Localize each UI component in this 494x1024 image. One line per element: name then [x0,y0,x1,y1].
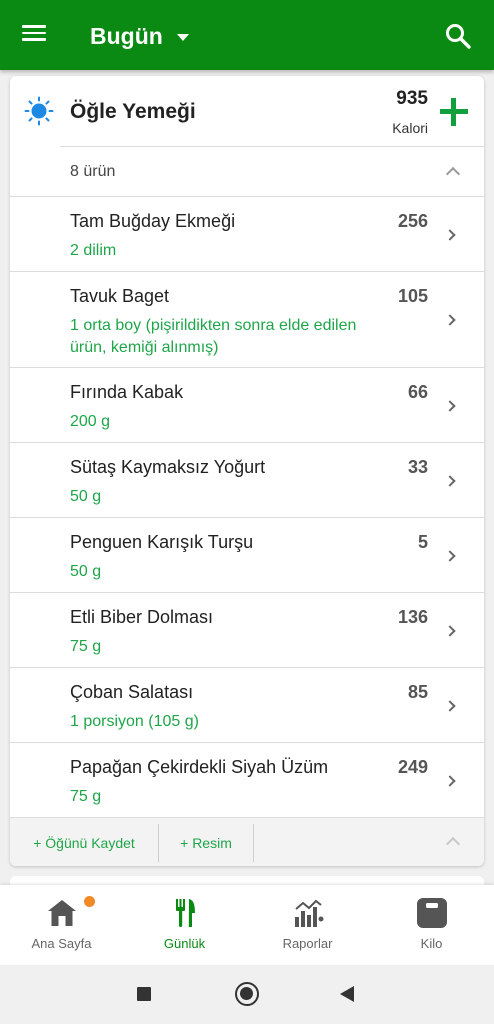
food-amount: 75 g [70,638,102,655]
meal-calories: 935 [396,88,428,109]
food-item[interactable]: Tam Buğday Ekmeği 256 2 dilim [10,196,484,271]
home-button-icon[interactable] [235,982,259,1006]
food-calories: 85 [407,682,428,702]
food-name: Papağan Çekirdekli Siyah Üzüm [70,757,329,777]
meal-title: Öğle Yemeği [70,100,196,123]
nav-label: Kilo [420,936,443,951]
app-bar: Bugün [0,0,494,70]
nav-label: Ana Sayfa [31,936,92,951]
food-name: Etli Biber Dolması [70,607,214,627]
nav-label: Günlük [163,936,206,951]
date-selector[interactable]: Bugün [90,20,189,52]
food-amount: 1 porsiyon (105 g) [70,713,199,730]
back-icon[interactable] [340,986,354,1002]
chevron-right-icon [444,314,456,326]
item-count-row[interactable]: 8 ürün [10,147,484,196]
meal-footer: + Öğünü Kaydet + Resim [10,817,484,866]
bottom-nav: Ana Sayfa Günlük Raporlar Kilo [0,885,494,965]
food-name: Sütaş Kaymaksız Yoğurt [70,457,266,477]
food-calories: 249 [397,757,428,777]
system-nav-bar [0,965,494,1024]
nav-weight[interactable]: Kilo [370,885,493,965]
food-amount: 50 g [70,488,102,505]
meal-card: Öğle Yemeği 935 Kalori 8 ürün Tam Buğday… [10,76,484,866]
food-item[interactable]: Tavuk Baget 105 1 orta boy (pişirildikte… [10,271,484,367]
meal-calories-label: Kalori [392,120,428,136]
add-food-button[interactable] [440,98,468,126]
food-item[interactable]: Penguen Karışık Turşu 5 50 g [10,517,484,592]
add-photo-button[interactable]: + Resim [159,818,253,866]
food-amount: 50 g [70,563,102,580]
food-calories: 33 [407,457,428,477]
home-icon [48,900,76,926]
food-name: Tam Buğday Ekmeği [70,211,236,231]
caret-down-icon [176,33,189,41]
nav-label: Raporlar [282,936,333,951]
chevron-right-icon [444,550,456,562]
food-amount: 2 dilim [70,242,117,259]
fork-knife-icon [176,899,195,927]
sun-icon [24,96,54,126]
item-count: 8 ürün [70,163,116,180]
chevron-up-icon[interactable] [445,836,461,852]
chevron-right-icon [444,229,456,241]
food-item[interactable]: Fırında Kabak 66 200 g [10,367,484,442]
food-name: Çoban Salatası [70,682,194,702]
recent-apps-icon[interactable] [137,987,151,1001]
food-item[interactable]: Papağan Çekirdekli Siyah Üzüm 249 75 g [10,742,484,817]
food-item[interactable]: Sütaş Kaymaksız Yoğurt 33 50 g [10,442,484,517]
food-amount: 75 g [70,788,102,805]
food-item[interactable]: Etli Biber Dolması 136 75 g [10,592,484,667]
food-item[interactable]: Çoban Salatası 85 1 porsiyon (105 g) [10,667,484,742]
food-calories: 105 [397,286,428,306]
scale-icon [417,898,447,928]
food-name: Penguen Karışık Turşu [70,532,254,552]
divider [253,824,254,862]
search-icon[interactable] [444,22,472,50]
food-name: Fırında Kabak [70,382,184,402]
page-title: Bugün [90,22,163,49]
food-calories: 136 [397,607,428,627]
food-calories: 66 [407,382,428,402]
chevron-right-icon [444,700,456,712]
food-calories: 256 [397,211,428,231]
chart-icon [295,899,324,927]
food-amount: 200 g [70,413,111,430]
chevron-right-icon [444,475,456,487]
chevron-right-icon [444,625,456,637]
chevron-right-icon [444,775,456,787]
nav-home[interactable]: Ana Sayfa [0,885,123,965]
nav-diary[interactable]: Günlük [123,885,246,965]
chevron-up-icon[interactable] [445,166,461,182]
nav-reports[interactable]: Raporlar [246,885,369,965]
food-calories: 5 [417,532,428,552]
meal-header: Öğle Yemeği 935 Kalori [10,76,484,146]
chevron-right-icon [444,400,456,412]
notification-badge [84,896,95,907]
save-meal-button[interactable]: + Öğünü Kaydet [10,818,158,866]
food-name: Tavuk Baget [70,286,170,306]
menu-icon[interactable] [20,22,50,48]
food-amount: 1 orta boy (pişirildikten sonra elde edi… [70,317,357,356]
